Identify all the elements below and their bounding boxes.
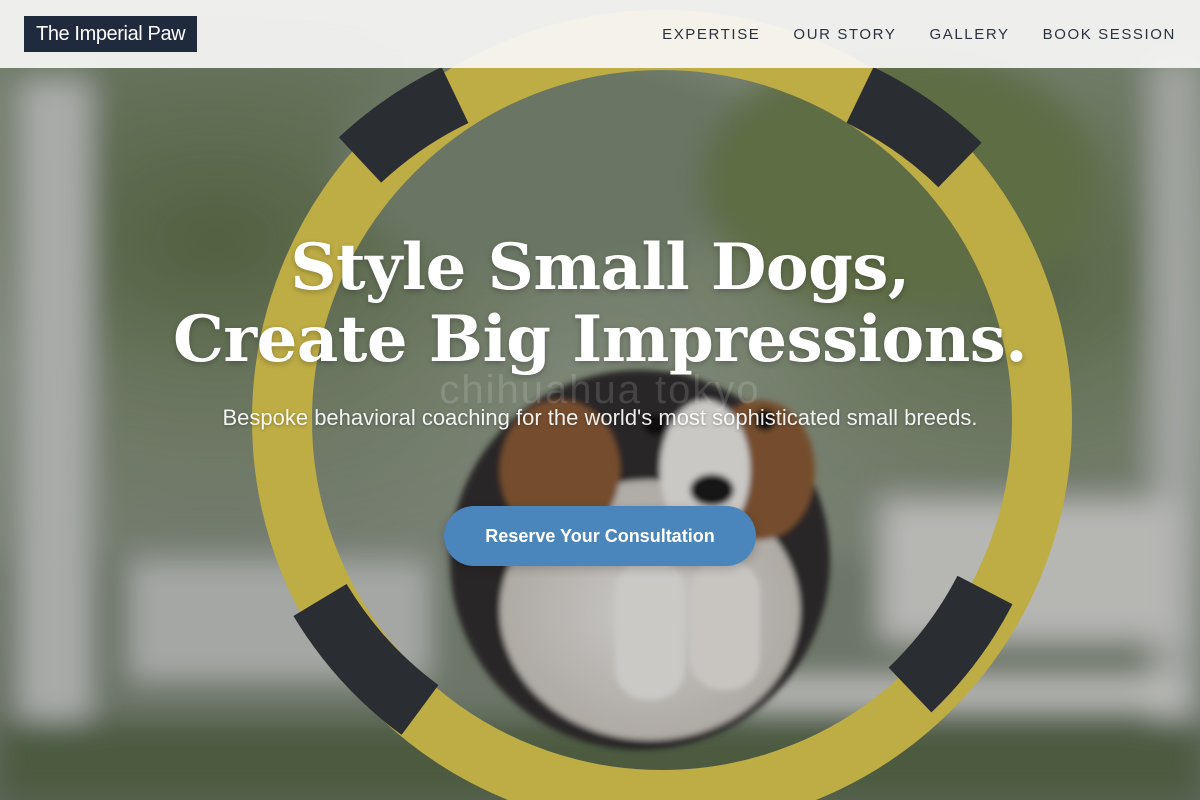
nav-link-book-session[interactable]: BOOK SESSION bbox=[1043, 26, 1176, 43]
hero-subtitle: Bespoke behavioral coaching for the worl… bbox=[222, 405, 978, 430]
main-nav: EXPERTISE OUR STORY GALLERY BOOK SESSION bbox=[662, 0, 1176, 68]
site-header: The Imperial Paw EXPERTISE OUR STORY GAL… bbox=[0, 0, 1200, 68]
hero-title: Style Small Dogs, Create Big Impressions… bbox=[100, 232, 1100, 376]
page: The Imperial Paw EXPERTISE OUR STORY GAL… bbox=[0, 0, 1200, 800]
nav-link-our-story[interactable]: OUR STORY bbox=[793, 26, 896, 43]
hero-title-line-2: Create Big Impressions. bbox=[172, 302, 1028, 377]
hero-section: Style Small Dogs, Create Big Impressions… bbox=[0, 0, 1200, 800]
nav-link-gallery[interactable]: GALLERY bbox=[929, 26, 1009, 43]
nav-link-expertise[interactable]: EXPERTISE bbox=[662, 26, 760, 43]
reserve-consultation-button[interactable]: Reserve Your Consultation bbox=[444, 506, 756, 566]
site-logo[interactable]: The Imperial Paw bbox=[24, 16, 198, 52]
hero-title-line-1: Style Small Dogs, bbox=[290, 230, 910, 305]
